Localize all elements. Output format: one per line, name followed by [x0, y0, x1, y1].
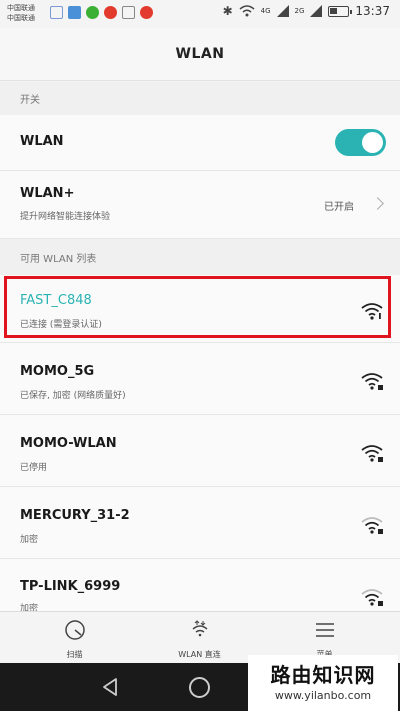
network-ssid: TP-LINK_6999 [20, 579, 121, 594]
network-status: 已保存, 加密 (网络质量好) [20, 391, 126, 401]
wlan-toggle-switch[interactable] [335, 129, 386, 156]
network-row[interactable]: MOMO-WLAN 已停用 [0, 415, 400, 487]
network-2-label: 2G [294, 7, 305, 15]
network-status: 加密 [20, 535, 39, 545]
toggle-knob [362, 132, 383, 153]
home-icon[interactable] [189, 677, 210, 698]
menu-icon [315, 623, 334, 637]
wlan-toggle-row[interactable]: WLAN [0, 115, 400, 171]
network-row[interactable]: FAST_C848 已连接 (需登录认证) [0, 275, 400, 343]
section-header-available: 可用 WLAN 列表 [0, 239, 400, 275]
section-header-switch: 开关 [0, 82, 400, 115]
scan-label: 扫描 [66, 650, 83, 659]
watermark-title: 路由知识网 [270, 663, 376, 687]
wifi-locked-icon [361, 303, 383, 320]
bluetooth-icon: ✱ [222, 4, 233, 18]
battery-icon [328, 5, 353, 17]
signal-icon [276, 5, 289, 17]
wifi-status-icon [239, 5, 255, 17]
watermark-url: www.yilanbo.com [274, 689, 372, 702]
wlan-plus-subtitle: 提升网络智能连接体验 [20, 212, 111, 222]
wlan-direct-label: WLAN 直连 [178, 650, 221, 659]
wlan-direct-button[interactable]: WLAN 直连 [133, 612, 266, 664]
network-row[interactable]: TP-LINK_6999 加密 [0, 559, 400, 614]
notification-icons [50, 6, 153, 19]
back-icon[interactable] [100, 677, 120, 697]
wlan-direct-icon [192, 620, 207, 637]
signal-icon [310, 5, 323, 17]
gallery-icon [122, 6, 135, 19]
wifi-locked-icon [361, 517, 383, 534]
wifi-locked-icon [361, 373, 383, 390]
photo-icon [68, 6, 81, 19]
network-ssid: MERCURY_31-2 [20, 508, 130, 523]
network-status: 已连接 (需登录认证) [20, 320, 102, 330]
calendar-icon [50, 6, 63, 19]
scan-button[interactable]: 扫描 [8, 612, 141, 664]
wifi-locked-icon [361, 445, 383, 462]
network-row[interactable]: MOMO_5G 已保存, 加密 (网络质量好) [0, 343, 400, 415]
network-ssid: FAST_C848 [20, 293, 92, 308]
network-1-label: 4G [260, 7, 271, 15]
title-bar: WLAN [0, 28, 400, 81]
battery-fill [330, 7, 338, 14]
network-row[interactable]: MERCURY_31-2 加密 [0, 487, 400, 559]
carrier-1: 中国联通 [7, 4, 35, 12]
network-ssid: MOMO_5G [20, 364, 95, 379]
network-ssid: MOMO-WLAN [20, 436, 117, 451]
wlan-plus-status: 已开启 [324, 202, 354, 213]
wifi-locked-icon [361, 589, 383, 606]
status-right: ✱ 4G 2G 13:37 [223, 4, 390, 18]
carrier-2: 中国联通 [7, 14, 35, 22]
wlan-label: WLAN [20, 134, 64, 149]
chevron-right-icon [371, 197, 384, 210]
clock: 13:37 [355, 4, 390, 18]
wlan-plus-row[interactable]: WLAN+ 提升网络智能连接体验 已开启 [0, 171, 400, 239]
wechat-icon [86, 6, 99, 19]
wlan-plus-label: WLAN+ [20, 186, 75, 201]
network-status: 已停用 [20, 463, 48, 473]
weibo-icon [140, 6, 153, 19]
page-title: WLAN [175, 46, 225, 62]
carrier-labels: 中国联通 中国联通 [7, 3, 35, 23]
scan-icon [64, 620, 85, 640]
watermark: 路由知识网 www.yilanbo.com [248, 655, 398, 711]
weibo-icon [104, 6, 117, 19]
status-bar: 中国联通 中国联通 ✱ 4G 2G 13:37 [0, 0, 400, 28]
